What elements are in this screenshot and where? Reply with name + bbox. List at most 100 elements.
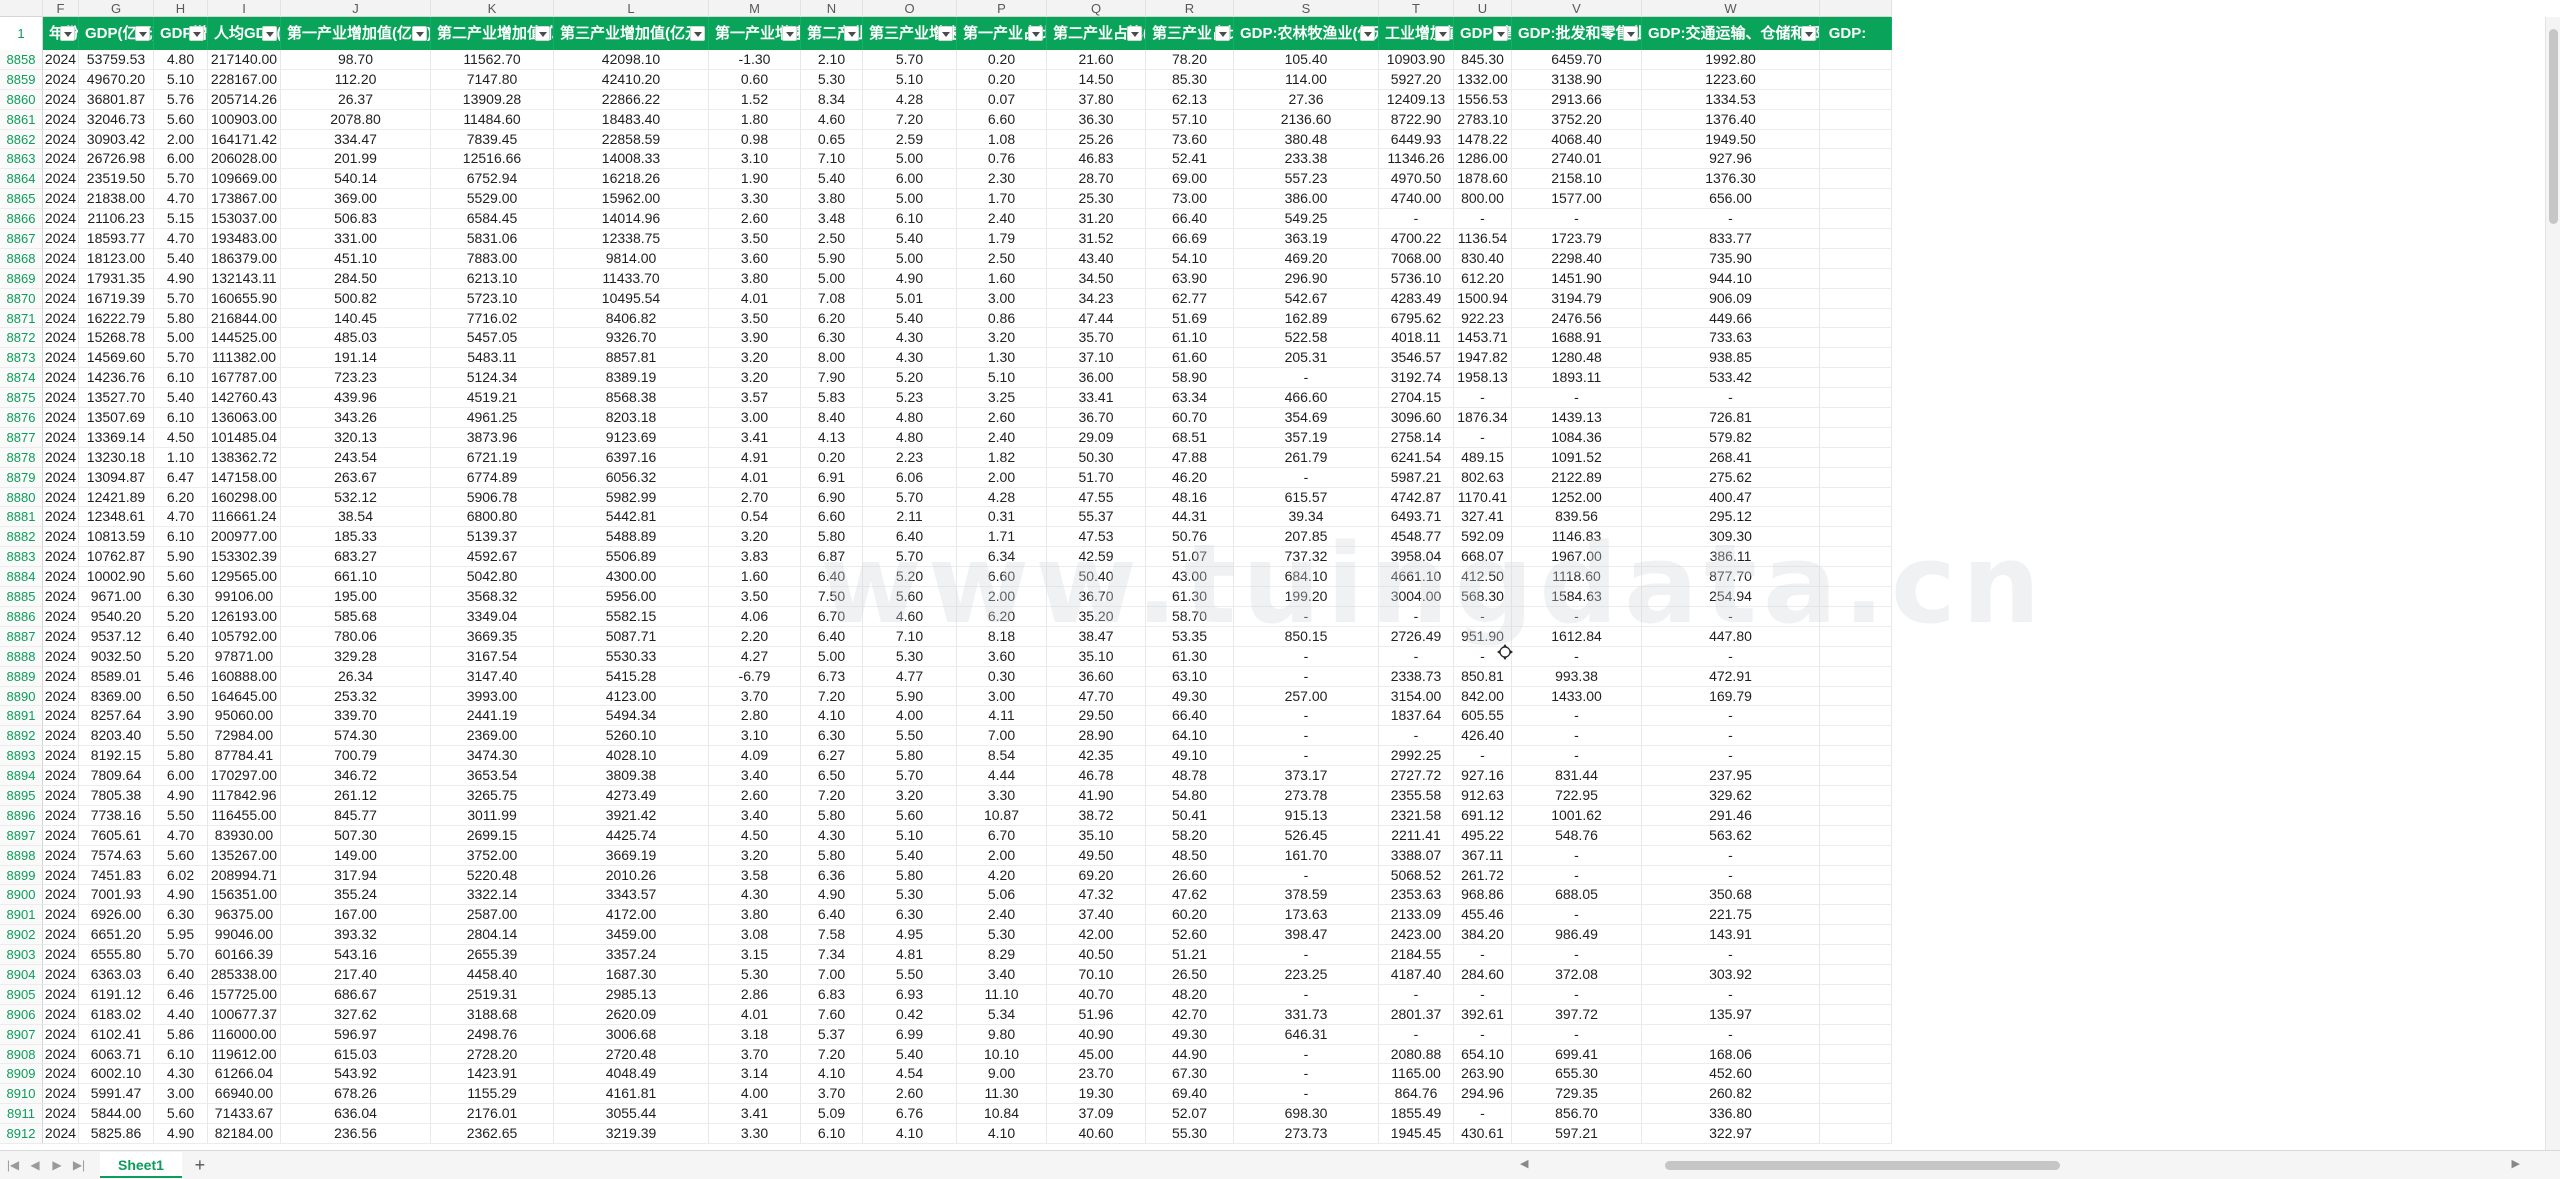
table-cell[interactable]: 7716.02 <box>431 308 554 329</box>
table-cell[interactable]: - <box>1512 646 1642 667</box>
table-cell[interactable]: 3958.04 <box>1379 547 1454 568</box>
table-cell[interactable]: 6.30 <box>801 328 863 349</box>
table-cell[interactable]: 173867.00 <box>208 189 281 210</box>
table-cell[interactable]: 3.70 <box>709 686 801 707</box>
table-cell[interactable]: 8369.00 <box>79 686 154 707</box>
row-number[interactable]: 8893 <box>0 746 43 767</box>
table-cell[interactable]: 167787.00 <box>208 368 281 389</box>
table-cell[interactable]: 5.10 <box>957 368 1047 389</box>
table-cell[interactable]: 354.69 <box>1234 408 1379 428</box>
table-cell[interactable]: 50.41 <box>1146 805 1234 826</box>
table-cell[interactable]: 661.10 <box>281 567 431 588</box>
table-cell[interactable]: 253.32 <box>281 686 431 707</box>
table-cell[interactable]: 1500.94 <box>1454 288 1512 309</box>
table-cell[interactable]: 160888.00 <box>208 666 281 687</box>
table-cell[interactable]: 257.00 <box>1234 686 1379 707</box>
table-cell[interactable]: 5.40 <box>863 845 957 866</box>
table-cell[interactable]: 369.00 <box>281 189 431 210</box>
row-number[interactable]: 8911 <box>0 1104 43 1125</box>
table-cell[interactable]: 906.09 <box>1642 288 1820 309</box>
table-cell[interactable] <box>1820 50 1892 70</box>
table-cell[interactable]: 36801.87 <box>79 89 154 110</box>
table-cell[interactable]: 41.90 <box>1047 785 1146 806</box>
table-cell[interactable]: 6.10 <box>154 408 208 428</box>
table-cell[interactable]: 5.60 <box>863 587 957 607</box>
table-cell[interactable]: 378.59 <box>1234 885 1379 906</box>
table-cell[interactable]: 284.60 <box>1454 964 1512 985</box>
table-cell[interactable]: 845.77 <box>281 805 431 826</box>
table-cell[interactable]: 36.70 <box>1047 587 1146 607</box>
table-cell[interactable]: 2024 <box>43 328 79 349</box>
table-cell[interactable]: 1945.45 <box>1379 1124 1454 1144</box>
table-cell[interactable]: 44.31 <box>1146 507 1234 528</box>
table-cell[interactable]: 5530.33 <box>554 646 709 667</box>
table-cell[interactable]: 69.00 <box>1146 169 1234 190</box>
table-cell[interactable]: 5.40 <box>863 308 957 329</box>
table-cell[interactable]: 2.80 <box>709 706 801 727</box>
table-cell[interactable]: 5982.99 <box>554 487 709 508</box>
table-cell[interactable]: 2024 <box>43 348 79 369</box>
table-cell[interactable]: 944.10 <box>1642 268 1820 289</box>
row-number[interactable]: 8910 <box>0 1084 43 1105</box>
table-cell[interactable]: 10.84 <box>957 1104 1047 1125</box>
table-cell[interactable]: 144525.00 <box>208 328 281 349</box>
table-cell[interactable]: 4018.11 <box>1379 328 1454 349</box>
table-cell[interactable]: 3.25 <box>957 388 1047 409</box>
table-cell[interactable]: 5582.15 <box>554 606 709 627</box>
row-number[interactable]: 8859 <box>0 69 43 90</box>
table-cell[interactable]: 6056.32 <box>554 467 709 488</box>
table-cell[interactable]: 62.77 <box>1146 288 1234 309</box>
table-cell[interactable]: 5.30 <box>863 646 957 667</box>
table-cell[interactable]: 2441.19 <box>431 706 554 727</box>
table-cell[interactable]: 143.91 <box>1642 925 1820 946</box>
table-cell[interactable]: 7147.80 <box>431 69 554 90</box>
table-cell[interactable]: 6397.16 <box>554 447 709 468</box>
table-cell[interactable]: 850.15 <box>1234 626 1379 647</box>
table-cell[interactable]: 8568.38 <box>554 388 709 409</box>
table-cell[interactable]: 162.89 <box>1234 308 1379 329</box>
table-cell[interactable]: 3.30 <box>709 1124 801 1144</box>
table-cell[interactable]: 334.47 <box>281 129 431 150</box>
table-cell[interactable]: 7574.63 <box>79 845 154 866</box>
table-cell[interactable]: 40.70 <box>1047 984 1146 1005</box>
table-cell[interactable]: 4961.25 <box>431 408 554 428</box>
table-cell[interactable]: 698.30 <box>1234 1104 1379 1125</box>
table-cell[interactable]: 2024 <box>43 626 79 647</box>
row-number[interactable]: 8861 <box>0 109 43 130</box>
table-cell[interactable]: 6.30 <box>801 726 863 747</box>
table-cell[interactable]: 3.20 <box>709 845 801 866</box>
table-cell[interactable]: 2024 <box>43 487 79 508</box>
table-cell[interactable]: 38.47 <box>1047 626 1146 647</box>
table-cell[interactable] <box>1820 845 1892 866</box>
table-cell[interactable]: 6.50 <box>801 766 863 786</box>
table-cell[interactable]: 5.30 <box>863 885 957 906</box>
table-cell[interactable]: 2519.31 <box>431 984 554 1005</box>
table-cell[interactable]: 4.91 <box>709 447 801 468</box>
table-cell[interactable]: 5844.00 <box>79 1104 154 1125</box>
table-cell[interactable]: 2727.72 <box>1379 766 1454 786</box>
table-cell[interactable]: 3.57 <box>709 388 801 409</box>
table-cell[interactable]: 50.40 <box>1047 567 1146 588</box>
table-cell[interactable]: 6.70 <box>957 825 1047 846</box>
table-cell[interactable] <box>1820 268 1892 289</box>
table-cell[interactable]: 2176.01 <box>431 1104 554 1125</box>
table-cell[interactable]: 2024 <box>43 865 79 886</box>
table-cell[interactable] <box>1820 805 1892 826</box>
table-cell[interactable]: 42410.20 <box>554 69 709 90</box>
row-number[interactable]: 8888 <box>0 646 43 667</box>
table-cell[interactable]: 11346.26 <box>1379 149 1454 170</box>
table-cell[interactable] <box>1820 726 1892 747</box>
table-cell[interactable]: 4187.40 <box>1379 964 1454 985</box>
table-cell[interactable]: 5.50 <box>154 726 208 747</box>
table-cell[interactable]: 12516.66 <box>431 149 554 170</box>
table-cell[interactable]: 5.80 <box>801 805 863 826</box>
table-cell[interactable]: 164645.00 <box>208 686 281 707</box>
table-cell[interactable]: 26.37 <box>281 89 431 110</box>
table-cell[interactable]: 1949.50 <box>1642 129 1820 150</box>
filter-dropdown-icon[interactable] <box>189 26 204 41</box>
table-cell[interactable]: - <box>1642 865 1820 886</box>
table-cell[interactable]: 3147.40 <box>431 666 554 687</box>
table-cell[interactable]: - <box>1454 388 1512 409</box>
table-cell[interactable]: 5906.78 <box>431 487 554 508</box>
table-cell[interactable]: 0.98 <box>709 129 801 150</box>
